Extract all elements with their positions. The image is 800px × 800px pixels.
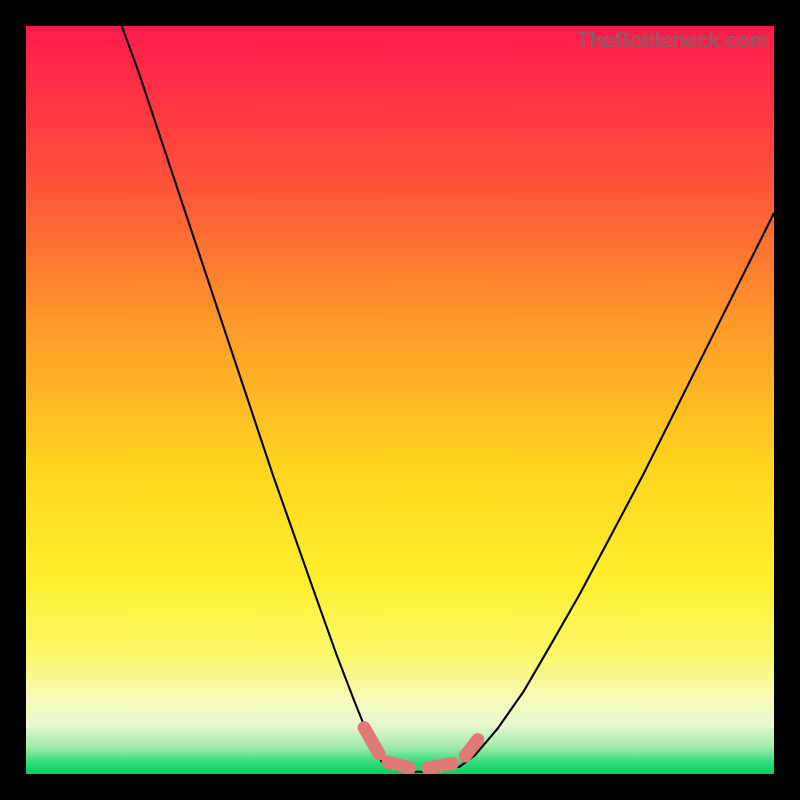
watermark-text: TheBottleneck.com [576,28,768,54]
bottleneck-curve [122,26,774,772]
left-marker-lower [388,762,410,768]
chart-frame: TheBottleneck.com [0,0,800,800]
chart-lines [26,26,774,774]
plot-area [26,26,774,774]
left-marker-upper [364,728,379,754]
right-marker-lower [428,764,453,768]
